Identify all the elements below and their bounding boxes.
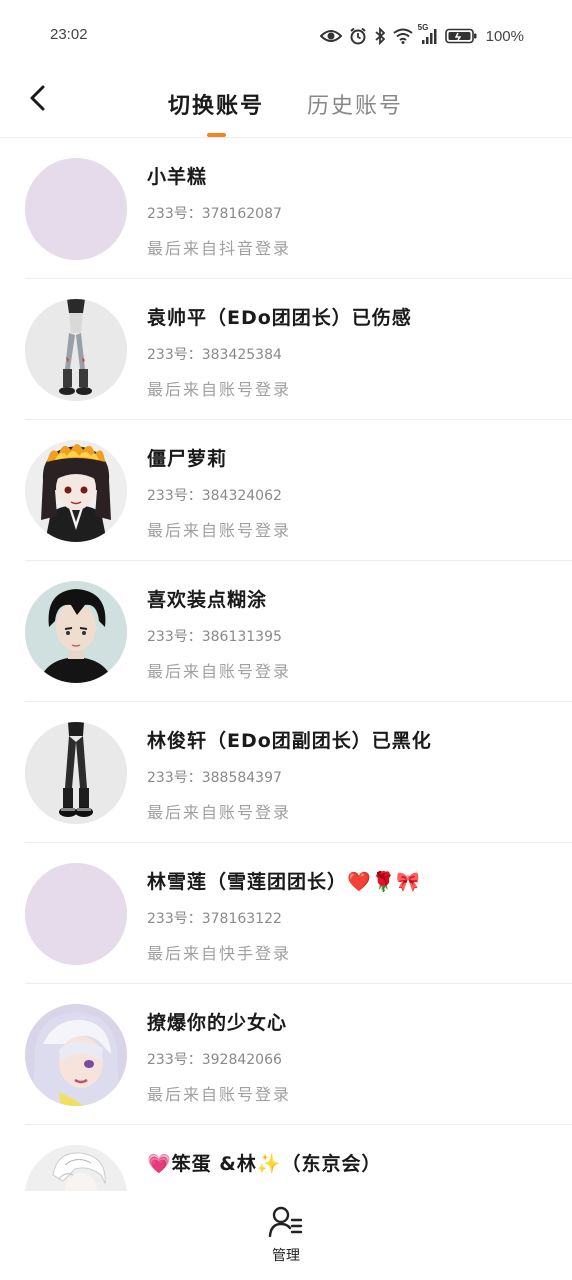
account-id: 233号：392842066 (147, 1052, 282, 1068)
account-name: 💗笨蛋 &林✨（东京会） (147, 1153, 382, 1175)
account-list: 小羊糕 233号：378162087 最后来自抖音登录 袁帅平（EDo团团长）已… (0, 138, 572, 1191)
active-tab-indicator (207, 133, 226, 137)
account-name: 喜欢装点糊涂 (147, 589, 268, 611)
login-source: 最后来自快手登录 (147, 944, 292, 963)
bluetooth-icon (374, 27, 386, 45)
avatar (25, 158, 127, 260)
account-name: 林俊轩（EDo团副团长）已黑化 (147, 730, 432, 752)
account-name: 小羊糕 (147, 166, 208, 188)
chevron-left-icon (28, 84, 48, 116)
account-id: 233号：378163122 (147, 911, 282, 927)
back-button[interactable] (20, 82, 56, 118)
bottom-bar: 管理 (0, 1191, 572, 1280)
avatar (25, 581, 127, 683)
login-source: 最后来自账号登录 (147, 803, 292, 822)
manage-label: 管理 (272, 1248, 300, 1264)
account-item[interactable]: 袁帅平（EDo团团长）已伤感 233号：383425384 最后来自账号登录 (0, 279, 572, 420)
login-source: 最后来自账号登录 (147, 380, 292, 399)
avatar (25, 440, 127, 542)
account-item[interactable]: 💗笨蛋 &林✨（东京会） (0, 1125, 572, 1191)
account-item[interactable]: 僵尸萝莉 233号：384324062 最后来自账号登录 (0, 420, 572, 561)
account-item[interactable]: 林俊轩（EDo团副团长）已黑化 233号：388584397 最后来自账号登录 (0, 702, 572, 843)
alarm-icon (349, 27, 367, 45)
avatar (25, 863, 127, 965)
login-source: 最后来自账号登录 (147, 662, 292, 681)
avatar (25, 1145, 127, 1191)
account-name: 僵尸萝莉 (147, 448, 228, 470)
tab-history-account[interactable]: 历史账号 (307, 88, 403, 120)
account-item[interactable]: 林雪莲（雪莲团团长）❤️🌹🎀 233号：378163122 最后来自快手登录 (0, 843, 572, 984)
signal-icon: 5G (418, 23, 438, 45)
login-source: 最后来自账号登录 (147, 1085, 292, 1104)
account-id: 233号：378162087 (147, 206, 282, 222)
network-type-label: 5G (417, 23, 429, 32)
battery-icon (444, 28, 477, 44)
manage-button[interactable]: 管理 (261, 1205, 311, 1267)
avatar (25, 722, 127, 824)
avatar (25, 1004, 127, 1106)
account-name: 撩爆你的少女心 (147, 1012, 288, 1034)
account-name: 林雪莲（雪莲团团长）❤️🌹🎀 (147, 871, 421, 893)
status-bar: 23:02 5G 100% (0, 0, 572, 72)
tab-switch-account[interactable]: 切换账号 (168, 88, 264, 120)
login-source: 最后来自抖音登录 (147, 239, 292, 258)
user-manage-icon (268, 1205, 304, 1241)
status-icons: 5G 100% (319, 23, 524, 48)
account-name: 袁帅平（EDo团团长）已伤感 (147, 307, 412, 329)
account-item[interactable]: 小羊糕 233号：378162087 最后来自抖音登录 (0, 138, 572, 279)
battery-percent: 100% (485, 27, 524, 45)
account-item[interactable]: 喜欢装点糊涂 233号：386131395 最后来自账号登录 (0, 561, 572, 702)
wifi-icon (393, 28, 413, 44)
account-id: 233号：384324062 (147, 488, 282, 504)
avatar (25, 299, 127, 401)
account-id: 233号：386131395 (147, 629, 282, 645)
account-id: 233号：383425384 (147, 347, 282, 363)
header: 切换账号 历史账号 (0, 72, 572, 138)
eye-icon (319, 28, 342, 44)
account-id: 233号：388584397 (147, 770, 282, 786)
login-source: 最后来自账号登录 (147, 521, 292, 540)
account-item[interactable]: 撩爆你的少女心 233号：392842066 最后来自账号登录 (0, 984, 572, 1125)
status-time: 23:02 (50, 26, 88, 43)
